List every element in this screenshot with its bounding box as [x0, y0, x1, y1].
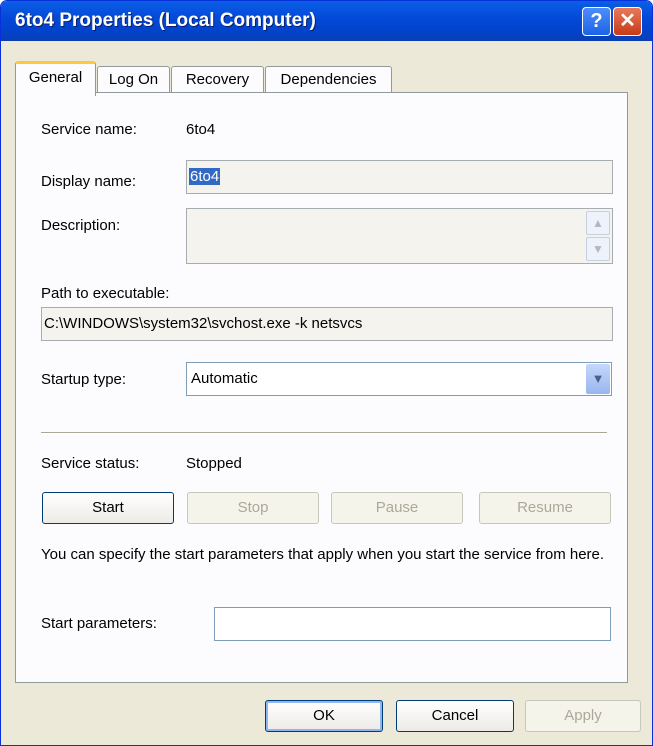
description-label: Description:	[41, 217, 121, 234]
start-params-label: Start parameters:	[41, 615, 157, 632]
title-bar[interactable]: 6to4 Properties (Local Computer) ? ✕	[1, 1, 652, 41]
tab-log-on[interactable]: Log On	[97, 66, 170, 93]
close-button[interactable]: ✕	[613, 7, 642, 36]
properties-dialog: 6to4 Properties (Local Computer) ? ✕ Gen…	[0, 0, 653, 746]
apply-button[interactable]: Apply	[525, 700, 641, 732]
start-button[interactable]: Start	[42, 492, 174, 524]
general-tab-panel: Service name: 6to4 Display name: 6to4 De…	[15, 92, 628, 683]
service-name-label: Service name:	[41, 121, 137, 138]
tab-recovery[interactable]: Recovery	[171, 66, 264, 93]
resume-button[interactable]: Resume	[479, 492, 611, 524]
window-title: 6to4 Properties (Local Computer)	[15, 10, 316, 31]
tab-general[interactable]: General	[15, 61, 96, 96]
startup-type-value: Automatic	[191, 370, 258, 387]
pause-button[interactable]: Pause	[331, 492, 463, 524]
service-status-value: Stopped	[186, 455, 242, 472]
stop-button[interactable]: Stop	[187, 492, 319, 524]
cancel-button[interactable]: Cancel	[396, 700, 514, 732]
service-name-value: 6to4	[186, 121, 216, 138]
display-name-field[interactable]: 6to4	[186, 160, 613, 194]
service-status-label: Service status:	[41, 455, 140, 472]
scroll-down-arrow-icon[interactable]: ▼	[586, 237, 610, 261]
help-button[interactable]: ?	[582, 7, 611, 36]
path-field[interactable]: C:\WINDOWS\system32\svchost.exe -k netsv…	[41, 307, 613, 341]
start-params-input[interactable]	[214, 607, 611, 641]
startup-type-label: Startup type:	[41, 371, 127, 388]
chevron-down-icon[interactable]: ▼	[586, 364, 610, 394]
path-label: Path to executable:	[41, 285, 170, 302]
start-params-help-text: You can specify the start parameters tha…	[41, 546, 605, 563]
scroll-up-arrow-icon[interactable]: ▲	[586, 211, 610, 235]
display-name-label: Display name:	[41, 173, 137, 190]
display-name-value: 6to4	[189, 168, 221, 185]
startup-type-select[interactable]: Automatic ▼	[186, 362, 612, 396]
divider	[41, 432, 607, 434]
description-field[interactable]: ▲ ▼	[186, 208, 613, 264]
tab-dependencies[interactable]: Dependencies	[265, 66, 392, 93]
ok-button[interactable]: OK	[265, 700, 383, 732]
